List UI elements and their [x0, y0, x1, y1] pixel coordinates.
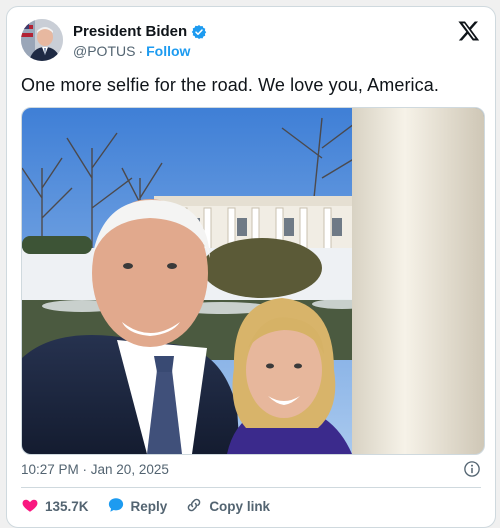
tweet-header: President Biden @POTUS · Follow [21, 19, 481, 63]
action-bar: 135.7K Reply Copy link [21, 496, 270, 517]
reply-icon [107, 496, 125, 517]
handle-separator: · [138, 43, 144, 59]
name-row: President Biden [73, 23, 207, 40]
handle-row: @POTUS · Follow [73, 43, 190, 59]
info-icon[interactable] [463, 460, 481, 478]
follow-button[interactable]: Follow [146, 43, 190, 59]
reply-label: Reply [130, 499, 168, 514]
like-button[interactable]: 135.7K [21, 496, 89, 517]
tweet-text: One more selfie for the road. We love yo… [21, 75, 439, 95]
tweet-photo[interactable] [21, 107, 485, 455]
copy-link-label: Copy link [209, 499, 271, 514]
handle[interactable]: @POTUS [73, 43, 135, 59]
likes-count: 135.7K [45, 499, 89, 514]
tweet-card: President Biden @POTUS · Follow One more… [6, 6, 496, 528]
reply-button[interactable]: Reply [107, 496, 168, 517]
divider [21, 487, 481, 488]
avatar[interactable] [21, 19, 63, 61]
verified-badge-icon [191, 24, 207, 40]
heart-icon [21, 496, 39, 517]
copy-link-button[interactable]: Copy link [185, 496, 270, 517]
link-icon [185, 496, 203, 517]
selfie-photo [22, 108, 484, 454]
display-name[interactable]: President Biden [73, 23, 187, 40]
x-logo-icon[interactable] [457, 19, 481, 43]
avatar-image [21, 19, 63, 61]
timestamp[interactable]: 10:27 PM · Jan 20, 2025 [21, 462, 169, 477]
meta-row: 10:27 PM · Jan 20, 2025 [21, 460, 481, 480]
